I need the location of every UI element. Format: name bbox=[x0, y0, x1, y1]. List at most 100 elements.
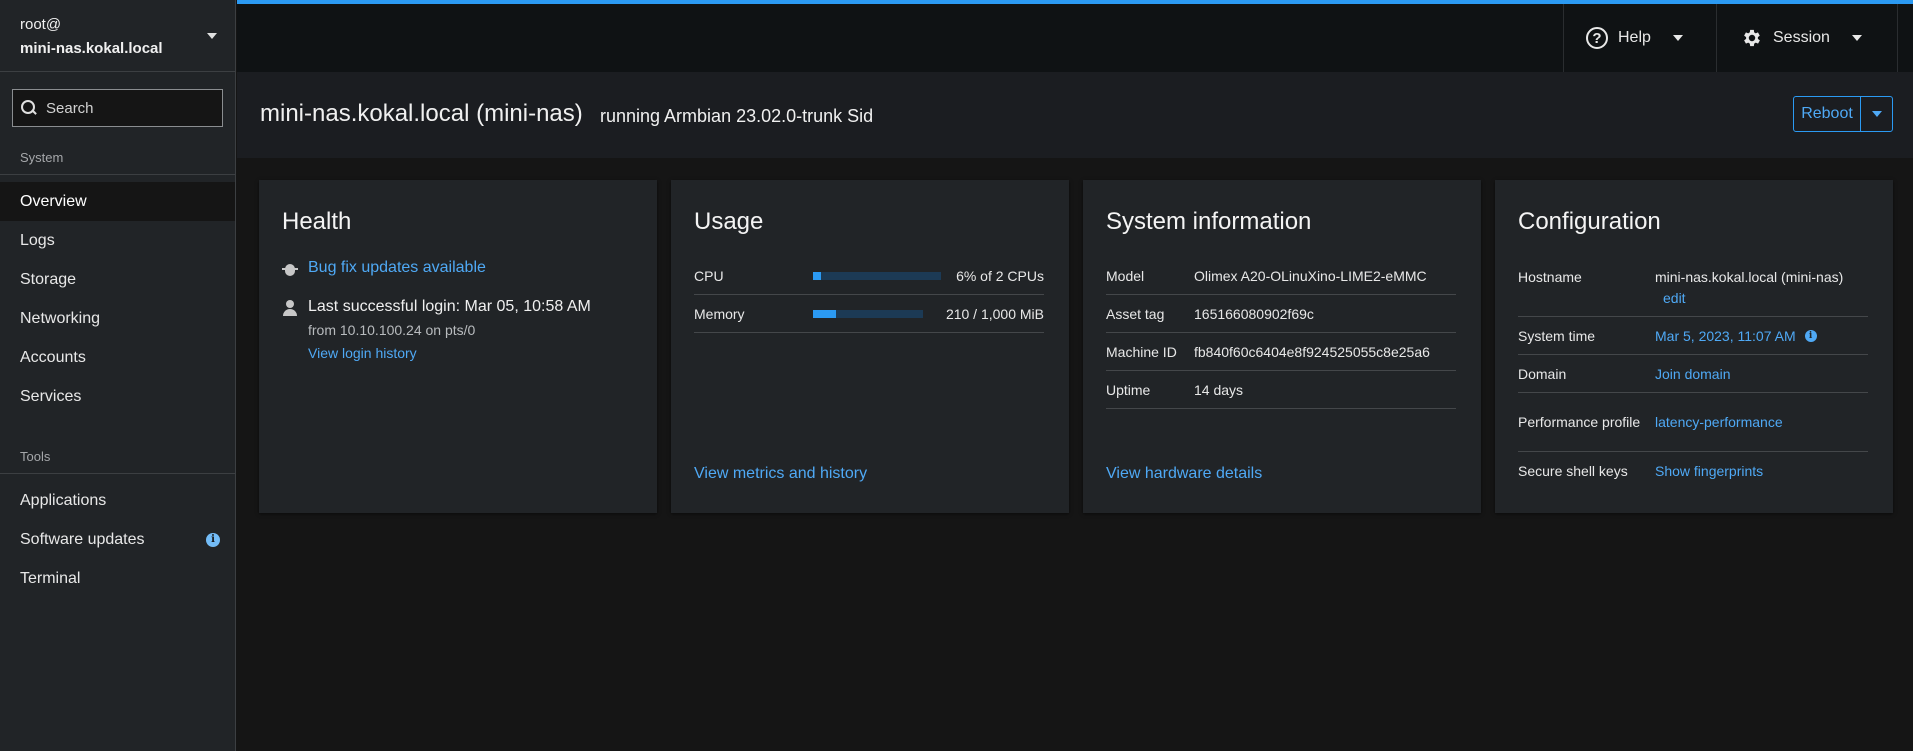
sysinfo-key: Model bbox=[1106, 267, 1145, 284]
info-icon: i bbox=[206, 533, 220, 547]
sidebar-item-accounts[interactable]: Accounts bbox=[0, 338, 235, 377]
sidebar-item-label: Overview bbox=[20, 192, 87, 210]
memory-progress-fill bbox=[813, 309, 837, 318]
sysinfo-key: Uptime bbox=[1106, 381, 1151, 398]
help-menu-button[interactable]: ? Help bbox=[1563, 4, 1716, 72]
config-key: Domain bbox=[1518, 365, 1567, 382]
help-icon: ? bbox=[1586, 27, 1608, 49]
user-icon bbox=[282, 300, 298, 316]
sidebar-item-label: Networking bbox=[20, 309, 101, 327]
hostname-edit-link[interactable]: edit bbox=[1663, 290, 1843, 306]
sidebar-item-overview[interactable]: Overview bbox=[0, 182, 235, 221]
sidebar-item-networking[interactable]: Networking bbox=[0, 299, 235, 338]
info-icon[interactable]: i bbox=[1804, 329, 1817, 342]
cpu-progress-fill bbox=[813, 271, 821, 280]
sidebar-item-storage[interactable]: Storage bbox=[0, 260, 235, 299]
reboot-split-button: Reboot bbox=[1793, 96, 1893, 132]
top-bar: ? Help Session bbox=[237, 0, 1913, 72]
config-key: Secure shell keys bbox=[1518, 463, 1628, 479]
hostname-value: mini-nas.kokal.local (mini-nas) bbox=[1655, 269, 1844, 285]
page-subtitle: running Armbian 23.02.0-trunk Sid bbox=[600, 106, 874, 126]
sysinfo-value: 165166080902f69c bbox=[1194, 305, 1314, 322]
sidebar-item-label: Storage bbox=[20, 270, 77, 288]
search-input[interactable] bbox=[46, 99, 216, 117]
usage-label: CPU bbox=[694, 267, 724, 284]
config-key: System time bbox=[1518, 327, 1596, 344]
card-title: Configuration bbox=[1518, 208, 1661, 235]
config-key: Performance profile bbox=[1518, 413, 1641, 430]
sidebar-item-label: Terminal bbox=[20, 569, 81, 587]
sysinfo-value: Olimex A20-OLinuXino-LIME2-eMMC bbox=[1194, 267, 1427, 284]
host-switcher-host: mini-nas.kokal.local bbox=[20, 40, 163, 57]
sysinfo-row-uptime: Uptime 14 days bbox=[1106, 371, 1456, 409]
config-row-performance-profile: Performance profile latency-performance bbox=[1518, 393, 1868, 452]
host-switcher-user: root@ bbox=[20, 16, 62, 33]
sysinfo-list: Model Olimex A20-OLinuXino-LIME2-eMMC Ass… bbox=[1106, 257, 1456, 409]
reboot-options-toggle[interactable] bbox=[1861, 97, 1892, 131]
cpu-progress-bar bbox=[813, 271, 941, 280]
show-fingerprints-link[interactable]: Show fingerprints bbox=[1655, 463, 1763, 479]
usage-row-memory: Memory 210 / 1,000 MiB bbox=[694, 295, 1044, 333]
host-switcher[interactable]: root@ mini-nas.kokal.local bbox=[0, 0, 235, 72]
card-title: System information bbox=[1106, 208, 1312, 235]
sidebar-item-terminal[interactable]: Terminal bbox=[0, 559, 235, 598]
config-row-hostname: Hostname mini-nas.kokal.local (mini-nas)… bbox=[1518, 257, 1868, 317]
chevron-down-icon bbox=[1672, 35, 1683, 41]
gear-icon bbox=[1744, 29, 1760, 47]
sidebar-item-label: Software updates bbox=[20, 530, 145, 548]
nav-section-system: System bbox=[0, 141, 235, 175]
sidebar-item-services[interactable]: Services bbox=[0, 377, 235, 416]
sidebar: root@ mini-nas.kokal.local System Overvi… bbox=[0, 0, 236, 751]
nav-section-tools: Tools bbox=[0, 440, 235, 474]
bug-fix-updates-link[interactable]: Bug fix updates available bbox=[308, 259, 486, 277]
chevron-down-icon bbox=[207, 33, 217, 39]
help-label: Help bbox=[1618, 29, 1651, 46]
sysinfo-row-machine-id: Machine ID fb840f60c6404e8f924525055c8e25… bbox=[1106, 333, 1456, 371]
config-list: Hostname mini-nas.kokal.local (mini-nas)… bbox=[1518, 257, 1868, 490]
sidebar-item-applications[interactable]: Applications bbox=[0, 481, 235, 520]
card-title: Usage bbox=[694, 208, 764, 235]
sidebar-item-label: Logs bbox=[20, 231, 55, 249]
usage-list: CPU 6% of 2 CPUs Memory 210 / 1,000 MiB bbox=[694, 257, 1044, 333]
usage-label: Memory bbox=[694, 305, 745, 322]
session-menu-button[interactable]: Session bbox=[1716, 4, 1898, 72]
usage-card: Usage CPU 6% of 2 CPUs Memory 210 / 1,00… bbox=[671, 180, 1069, 513]
sysinfo-value: fb840f60c6404e8f924525055c8e25a6 bbox=[1194, 343, 1430, 360]
search-box[interactable] bbox=[12, 89, 223, 127]
health-updates-row: Bug fix updates available bbox=[282, 259, 486, 277]
sysinfo-row-model: Model Olimex A20-OLinuXino-LIME2-eMMC bbox=[1106, 257, 1456, 295]
session-label: Session bbox=[1773, 29, 1830, 46]
sysinfo-value: 14 days bbox=[1194, 381, 1244, 398]
configuration-card: Configuration Hostname mini-nas.kokal.lo… bbox=[1495, 180, 1893, 513]
config-row-ssh-keys: Secure shell keys Show fingerprints bbox=[1518, 452, 1868, 490]
config-key: Hostname bbox=[1518, 269, 1582, 285]
sidebar-item-label: Applications bbox=[20, 491, 107, 509]
performance-profile-link[interactable]: latency-performance bbox=[1655, 414, 1783, 430]
page-title: mini-nas.kokal.local (mini-nas) bbox=[260, 100, 583, 127]
usage-value: 210 / 1,000 MiB bbox=[945, 305, 1044, 322]
card-title: Health bbox=[282, 208, 352, 235]
config-row-domain: Domain Join domain bbox=[1518, 355, 1868, 393]
config-row-system-time: System time Mar 5, 2023, 11:07 AM i bbox=[1518, 317, 1868, 355]
view-metrics-link[interactable]: View metrics and history bbox=[694, 465, 867, 483]
system-information-card: System information Model Olimex A20-OLinu… bbox=[1083, 180, 1481, 513]
view-login-history-link[interactable]: View login history bbox=[308, 345, 417, 361]
join-domain-link[interactable]: Join domain bbox=[1655, 366, 1731, 382]
bug-icon bbox=[282, 261, 298, 277]
sysinfo-row-asset-tag: Asset tag 165166080902f69c bbox=[1106, 295, 1456, 333]
sidebar-item-logs[interactable]: Logs bbox=[0, 221, 235, 260]
system-time-link[interactable]: Mar 5, 2023, 11:07 AM bbox=[1655, 328, 1796, 344]
view-hardware-details-link[interactable]: View hardware details bbox=[1106, 465, 1262, 483]
usage-value: 6% of 2 CPUs bbox=[956, 267, 1044, 284]
health-login-row: Last successful login: Mar 05, 10:58 AM … bbox=[282, 298, 591, 363]
last-login-source: from 10.10.100.24 on pts/0 bbox=[308, 322, 476, 338]
usage-row-cpu: CPU 6% of 2 CPUs bbox=[694, 257, 1044, 295]
sidebar-item-label: Services bbox=[20, 387, 82, 405]
page-header: mini-nas.kokal.local (mini-nas) running … bbox=[237, 72, 1913, 158]
search-icon bbox=[21, 100, 37, 116]
chevron-down-icon bbox=[1871, 111, 1882, 117]
memory-progress-bar bbox=[813, 309, 923, 318]
reboot-button[interactable]: Reboot bbox=[1794, 97, 1861, 131]
sidebar-item-software-updates[interactable]: Software updates i bbox=[0, 520, 235, 559]
sidebar-item-label: Accounts bbox=[20, 348, 86, 366]
